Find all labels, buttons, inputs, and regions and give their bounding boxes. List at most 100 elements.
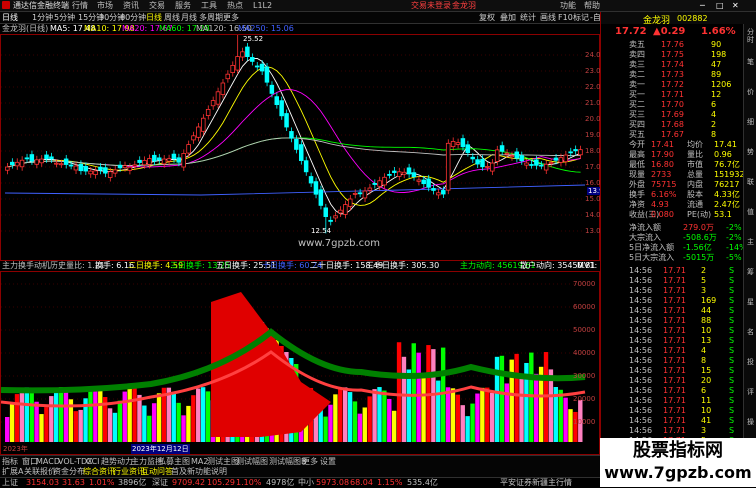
tab-macd[interactable]: MACD xyxy=(36,457,60,466)
period-more[interactable]: 更多 xyxy=(223,13,239,22)
side-tab[interactable]: 值 xyxy=(745,208,756,216)
menu-gongneng[interactable]: 功能 xyxy=(560,1,576,10)
period-1min[interactable]: 1分钟 xyxy=(32,13,53,22)
tick-list[interactable]: 14:56 17.71 2 S 14:56 17.71 5 S 14:56 17.71 3 S 14:5… xyxy=(601,266,744,446)
btn-huaxian[interactable]: 画线 xyxy=(540,13,556,22)
tab-simu[interactable]: 私募主图 xyxy=(158,457,190,466)
login-notice[interactable]: 交易未登录 xyxy=(411,1,451,10)
side-tab[interactable]: 名 xyxy=(745,328,756,336)
tick-row[interactable]: 14:56 17.71 169 S xyxy=(601,296,744,306)
tab-fund-dist[interactable]: 资金分布 xyxy=(53,467,85,476)
period-week[interactable]: 周线 xyxy=(164,13,180,22)
tick-row[interactable]: 14:56 17.71 4 S xyxy=(601,346,744,356)
bid-row[interactable]: 买三 17.69 4 xyxy=(601,110,744,120)
btn-fuquan[interactable]: 复权 xyxy=(479,13,495,22)
menu-l1l2[interactable]: L1L2 xyxy=(253,1,272,10)
tab-cci[interactable]: CCI xyxy=(86,457,100,466)
stat-row[interactable]: 最高 17.90 量比 0.96 xyxy=(601,150,744,160)
menu-hangqing[interactable]: 行情 xyxy=(72,1,88,10)
tick-row[interactable]: 14:56 17.71 13 S xyxy=(601,336,744,346)
period-month[interactable]: 月线 xyxy=(181,13,197,22)
tick-row[interactable]: 14:56 17.71 41 S xyxy=(601,416,744,426)
btn-diejia[interactable]: 叠加 xyxy=(500,13,516,22)
tick-row[interactable]: 14:56 17.71 20 S xyxy=(601,376,744,386)
menu-redian[interactable]: 热点 xyxy=(227,1,243,10)
flow-row[interactable]: 5日大宗流入 -5015万 -5% xyxy=(601,253,744,263)
btn-biaoji[interactable]: 标记 xyxy=(573,13,589,22)
period-5min[interactable]: 5分钟 xyxy=(54,13,75,22)
stat-row[interactable]: 净资 4.93 流通 2.47亿 xyxy=(601,200,744,210)
tick-row[interactable]: 14:56 17.71 10 S xyxy=(601,406,744,416)
side-tab[interactable]: 联 xyxy=(745,178,756,186)
side-tab[interactable]: 笔 xyxy=(745,58,756,66)
stat-row[interactable]: 最低 16.80 市值 76.7亿 xyxy=(601,160,744,170)
side-tab[interactable]: 价 xyxy=(745,88,756,96)
flow-row[interactable]: 净流入额 279.0万 -2% xyxy=(601,223,744,233)
side-tab[interactable]: 星 xyxy=(745,298,756,306)
period-day[interactable]: 日线 xyxy=(146,13,162,22)
tick-row[interactable]: 14:56 17.71 44 S xyxy=(601,306,744,316)
tick-row[interactable]: 14:56 17.71 8 S xyxy=(601,356,744,366)
tick-row[interactable]: 14:56 17.71 3 S xyxy=(601,426,744,436)
bid-row[interactable]: 买二 17.70 6 xyxy=(601,100,744,110)
tab-newfeature[interactable]: 首及新功能说明 xyxy=(171,467,227,476)
bid-row[interactable]: 买一 17.71 12 xyxy=(601,90,744,100)
bid-row[interactable]: 买四 17.68 2 xyxy=(601,120,744,130)
tab-ext-a[interactable]: 扩展A xyxy=(2,467,23,476)
maximize-button[interactable]: □ xyxy=(716,1,724,10)
flow-row[interactable]: 5日净流入额 -1.56亿 -14% xyxy=(601,243,747,253)
tick-row[interactable]: 14:56 17.71 15 S xyxy=(601,366,744,376)
tab-news[interactable]: 综合资讯 xyxy=(83,467,115,476)
ask-row[interactable]: 卖三 17.74 47 xyxy=(601,60,744,70)
side-tab[interactable]: 评 xyxy=(745,388,756,396)
tick-row[interactable]: 14:56 17.71 3 S xyxy=(601,286,744,296)
ask-row[interactable]: 卖四 17.75 198 xyxy=(601,50,744,60)
bid-row[interactable]: 买五 17.67 8 xyxy=(601,130,744,140)
side-tab[interactable]: 筹 xyxy=(745,268,756,276)
side-tab[interactable]: 细 xyxy=(745,118,756,126)
menu-gongju[interactable]: 工具 xyxy=(201,1,217,10)
tab-more[interactable]: 更多 xyxy=(302,457,318,466)
menu-zixun[interactable]: 资讯 xyxy=(123,1,139,10)
period-60min[interactable]: 60分钟 xyxy=(120,13,146,22)
menu-shichang[interactable]: 市场 xyxy=(97,1,113,10)
main-chart-pane[interactable]: 25.52 12.54 www.7gpzb.com 13.94 24.00 23.… xyxy=(0,34,610,261)
close-button[interactable]: ✕ xyxy=(732,1,739,10)
tick-row[interactable]: 14:56 17.71 5 S xyxy=(601,276,744,286)
indicator-chart-pane[interactable]: 2023年 2023年12月12日 70000 60000 50000 40000 30… xyxy=(0,271,600,455)
tab-ma2[interactable]: MA2 xyxy=(191,457,208,466)
tab-qa[interactable]: 互动问答 xyxy=(141,467,173,476)
ask-row[interactable]: 卖二 17.73 89 xyxy=(601,70,744,80)
tab-zhibiao[interactable]: 指标 xyxy=(2,457,18,466)
tab-qushi[interactable]: 趋势动力 xyxy=(101,457,133,466)
tick-row[interactable]: 14:56 17.71 10 S xyxy=(601,326,744,336)
period-multi[interactable]: 多周期 xyxy=(199,13,223,22)
side-tab[interactable]: 分时 xyxy=(745,28,756,44)
side-tab[interactable]: 投 xyxy=(745,358,756,366)
tick-row[interactable]: 14:56 17.71 6 S xyxy=(601,386,744,396)
btn-f10[interactable]: F10 xyxy=(558,13,573,22)
menu-help[interactable]: 帮助 xyxy=(584,1,600,10)
menu-jiaoyi[interactable]: 交易 xyxy=(149,1,165,10)
flow-row[interactable]: 大宗流入 -508.6万 -2% xyxy=(601,233,744,243)
tab-settings[interactable]: 设置 xyxy=(320,457,336,466)
tick-row[interactable]: 14:56 17.71 88 S xyxy=(601,316,744,326)
side-tab[interactable]: 操 xyxy=(745,418,756,426)
ask-row[interactable]: 卖一 17.72 1206 xyxy=(601,80,744,90)
tick-row[interactable]: 14:56 17.71 11 S xyxy=(601,396,744,406)
side-tab[interactable]: 主 xyxy=(745,238,756,246)
stat-row[interactable]: 现量 2733 总量 151932 xyxy=(601,170,745,180)
minimize-button[interactable]: ─ xyxy=(700,1,705,10)
stat-row[interactable]: 今开 17.41 均价 17.41 xyxy=(601,140,744,150)
period-current[interactable]: 日线 xyxy=(2,13,18,22)
stat-row[interactable]: 换手 6.16% 股本 4.33亿 xyxy=(601,190,744,200)
tab-test-main[interactable]: 测试主图 xyxy=(207,457,239,466)
stat-row[interactable]: 外盘 75715 内盘 76217 xyxy=(601,180,744,190)
tab-related[interactable]: 关联报价 xyxy=(24,467,56,476)
btn-tongji[interactable]: 统计 xyxy=(520,13,536,22)
menu-fuwu[interactable]: 服务 xyxy=(175,1,191,10)
side-tab[interactable]: 势 xyxy=(745,148,756,156)
tab-test-sub[interactable]: 测试幅图 xyxy=(236,457,268,466)
stat-row[interactable]: 收益(三) 0.080 PE(动) 53.1 xyxy=(601,210,744,220)
ask-row[interactable]: 卖五 17.76 90 xyxy=(601,40,744,50)
